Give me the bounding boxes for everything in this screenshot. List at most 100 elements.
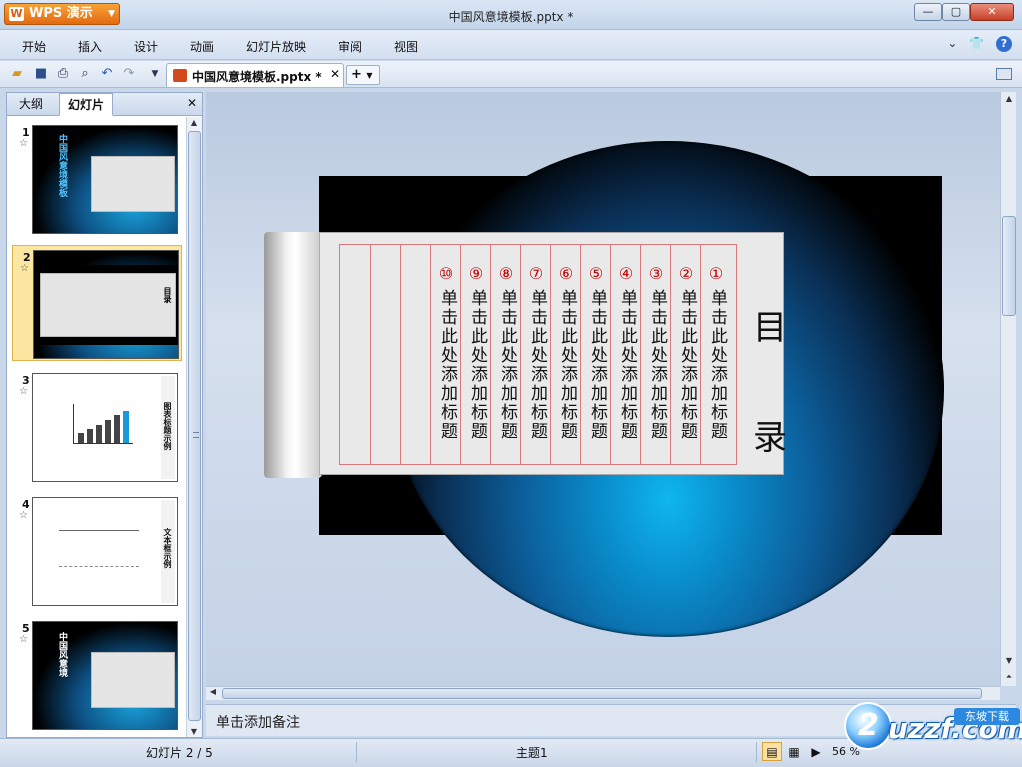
slide-thumb-1[interactable]: 1 ☆ 中国风意境模板 [12,121,182,237]
slide-thumb-4[interactable]: 4 ☆ 文本框示例 [12,493,182,609]
close-tab-icon[interactable]: ✕ [330,67,340,81]
watermark-tag: 东坡下载 [954,708,1020,725]
item-number: ⑧ [498,264,514,283]
canvas-horizontal-scrollbar[interactable]: ◀ [206,686,1000,700]
star-icon: ☆ [19,386,28,397]
item-number: ① [708,264,724,283]
item-label: 单击此处添加标题 [527,289,547,441]
toc-item-7[interactable]: ⑦ 单击此处添加标题 [525,264,547,442]
menu-animation[interactable]: 动画 [190,38,214,55]
toc-item-1[interactable]: ① 单击此处添加标题 [705,264,727,442]
toc-item-8[interactable]: ⑧ 单击此处添加标题 [495,264,517,442]
site-watermark: 2 uzzf.com 东坡下载 [836,700,1022,760]
item-number: ④ [618,264,634,283]
scrollbar-thumb[interactable] [188,131,201,721]
save-icon[interactable]: ■ [32,65,50,83]
item-label: 单击此处添加标题 [557,289,577,441]
close-button[interactable]: ✕ [970,3,1014,21]
redo-icon[interactable]: ↷ [120,65,138,83]
title-bar: W WPS 演示 ▼ 中国风意境模板.pptx * — ▢ ✕ [0,0,1022,30]
chevron-down-icon[interactable]: ⌄ [947,36,957,50]
uzzf-logo-icon: 2 [844,702,892,750]
toc-grid: ① 单击此处添加标题 ② 单击此处添加标题 ③ 单击此处添加标题 ④ 单击此处添加标题 … [339,244,737,465]
canvas-vertical-scrollbar[interactable]: ▲ ▼ ⏶ [1000,92,1016,686]
star-icon: ☆ [20,263,29,274]
slide-thumb-5[interactable]: 5 ☆ 中国风意境 [12,617,182,733]
item-number: ③ [648,264,664,283]
toc-item-4[interactable]: ④ 单击此处添加标题 [615,264,637,442]
item-label: 单击此处添加标题 [647,289,667,441]
slide-panel: 大纲 幻灯片 ✕ 1 ☆ 中国风意境模板 2 ☆ 目录 3 ☆ 图表标题示例 4… [6,92,203,738]
theme-name: 主题1 [516,746,548,760]
menu-home[interactable]: 开始 [22,38,46,55]
minimize-button[interactable]: — [914,3,942,21]
scrollbar-thumb[interactable] [222,688,982,699]
item-label: 单击此处添加标题 [707,289,727,441]
toc-item-3[interactable]: ③ 单击此处添加标题 [645,264,667,442]
star-icon: ☆ [19,138,28,149]
print-icon[interactable]: ⎙ [54,65,72,83]
slide-thumb-2[interactable]: 2 ☆ 目录 [12,245,182,361]
scroll-left-icon[interactable]: ◀ [206,687,220,696]
thumbnail-image: 中国风意境模板 [32,125,178,234]
document-tab-name: 中国风意境模板.pptx * [192,70,322,84]
menu-bar: 开始 插入 设计 动画 幻灯片放映 审阅 视图 ⌄ 👕 ? [0,30,1022,60]
panel-scrollbar[interactable]: ▲ ▼ [186,117,202,737]
item-number: ⑦ [528,264,544,283]
slideshow-play-icon[interactable]: ▶ [806,742,826,761]
item-label: 单击此处添加标题 [497,289,517,441]
prev-slide-icon[interactable]: ⏶ [1002,672,1016,682]
undo-icon[interactable]: ↶ [98,65,116,83]
slide-thumb-3[interactable]: 3 ☆ 图表标题示例 [12,369,182,485]
menu-design[interactable]: 设计 [134,38,158,55]
thumbnail-image: 目录 [33,250,179,359]
normal-view-icon[interactable]: ▤ [762,742,782,761]
skin-icon[interactable]: 👕 [969,36,984,50]
toc-item-2[interactable]: ② 单击此处添加标题 [675,265,697,442]
help-icon[interactable]: ? [996,36,1012,52]
panel-tabs: 大纲 幻灯片 ✕ [7,93,202,116]
item-label: 单击此处添加标题 [587,289,607,441]
slide-counter: 幻灯片 2 / 5 [146,746,213,760]
tab-slides[interactable]: 幻灯片 [59,93,114,116]
window-layout-icon[interactable] [996,68,1012,80]
slide-sorter-icon[interactable]: ▦ [784,742,804,761]
thumbnail-image: 文本框示例 [32,497,178,606]
menu-insert[interactable]: 插入 [78,38,102,55]
scroll-down-icon[interactable]: ▼ [187,727,201,736]
thumbnail-title: 中国风意境 [57,632,67,677]
customize-toolbar-icon[interactable]: ▼ [146,65,164,83]
menu-review[interactable]: 审阅 [338,38,362,55]
toc-item-6[interactable]: ⑥ 单击此处添加标题 [555,264,577,442]
scroll-up-icon[interactable]: ▲ [187,118,201,127]
star-icon: ☆ [19,634,28,645]
thumbnail-image: 中国风意境 [32,621,178,730]
menu-view[interactable]: 视图 [394,38,418,55]
toc-item-10[interactable]: ⑩ 单击此处添加标题 [435,264,457,442]
notes-placeholder[interactable]: 单击添加备注 [216,712,300,732]
toc-title-char-1[interactable]: 目 [753,300,787,349]
print-preview-icon[interactable]: ⌕ [76,65,94,83]
maximize-button[interactable]: ▢ [942,3,970,21]
scroll-up-icon[interactable]: ▲ [1002,94,1016,103]
item-number: ⑩ [438,264,454,283]
item-number: ⑤ [588,264,604,283]
thumbnail-image: 图表标题示例 [32,373,178,482]
scrollbar-thumb[interactable] [1002,216,1016,316]
star-icon: ☆ [19,510,28,521]
close-panel-icon[interactable]: ✕ [187,96,197,110]
item-label: 单击此处添加标题 [617,289,637,441]
menu-slideshow[interactable]: 幻灯片放映 [246,38,306,55]
tab-outline[interactable]: 大纲 [11,93,51,116]
document-tab[interactable]: 中国风意境模板.pptx * ✕ [166,63,344,87]
toc-item-5[interactable]: ⑤ 单击此处添加标题 [585,264,607,442]
open-icon[interactable]: ▰ [8,65,26,83]
thumbnail-title: 中国风意境模板 [57,134,67,197]
new-tab-button[interactable]: + ▼ [346,65,380,85]
quick-toolbar: ▰ ■ ⎙ ⌕ ↶ ↷ ▼ 中国风意境模板.pptx * ✕ + ▼ [0,61,1022,88]
item-number: ⑥ [558,264,574,283]
scroll-paper: ① 单击此处添加标题 ② 单击此处添加标题 ③ 单击此处添加标题 ④ 单击此处添加标题 … [319,232,784,475]
toc-title-char-2[interactable]: 录 [753,410,787,459]
toc-item-9[interactable]: ⑨ 单击此处添加标题 [465,265,487,442]
scroll-down-icon[interactable]: ▼ [1002,656,1016,665]
